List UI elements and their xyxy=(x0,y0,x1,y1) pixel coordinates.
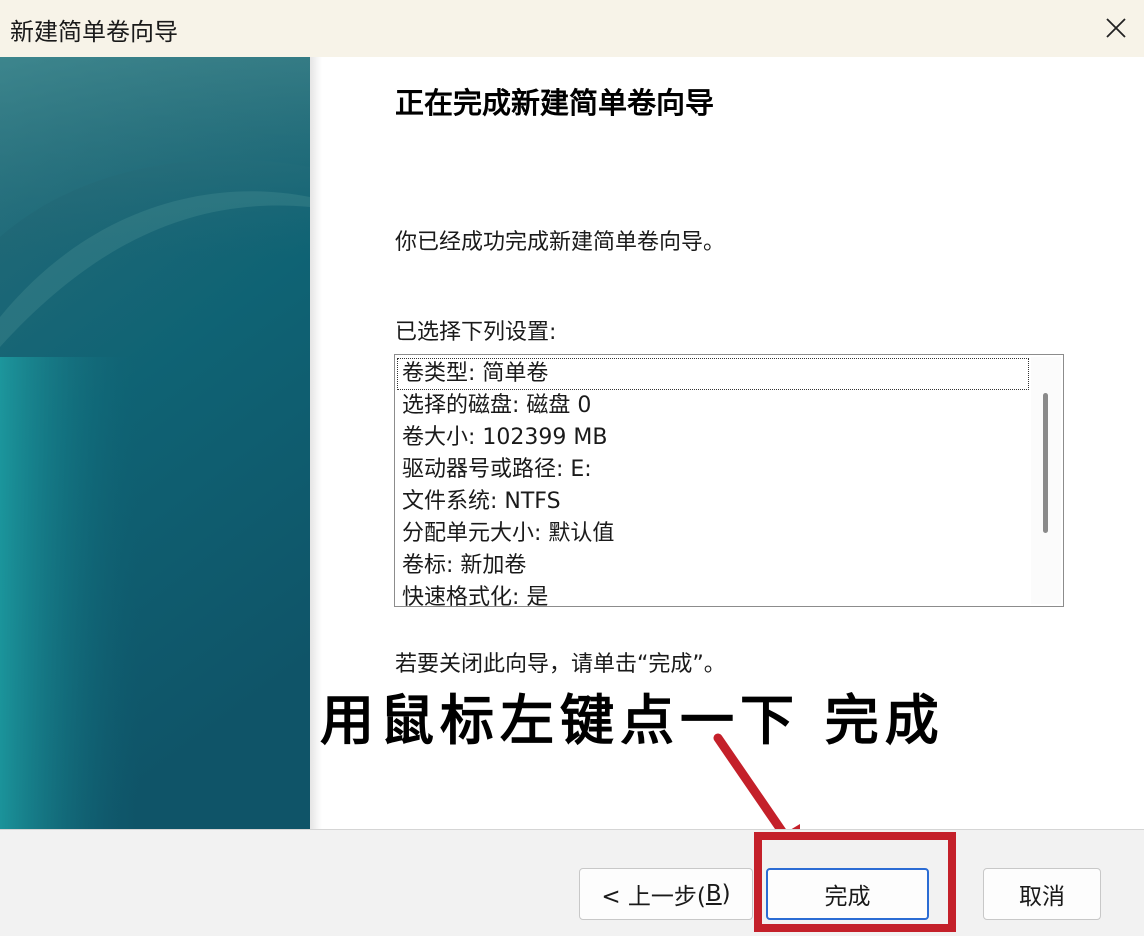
settings-list: 卷类型: 简单卷 选择的磁盘: 磁盘 0 卷大小: 102399 MB 驱动器号… xyxy=(397,358,1029,606)
settings-label: 已选择下列设置: xyxy=(395,320,557,345)
wizard-banner-image xyxy=(0,57,310,830)
finish-button[interactable]: 完成 xyxy=(766,868,929,920)
close-hint: 若要关闭此向导，请单击“完成”。 xyxy=(395,652,726,677)
settings-row-disk[interactable]: 选择的磁盘: 磁盘 0 xyxy=(397,390,1029,422)
settings-row-drive-letter[interactable]: 驱动器号或路径: E: xyxy=(397,454,1029,486)
success-text: 你已经成功完成新建简单卷向导。 xyxy=(395,230,726,255)
settings-row-allocation-unit[interactable]: 分配单元大小: 默认值 xyxy=(397,518,1029,550)
back-button[interactable]: < 上一步(B) xyxy=(579,868,753,920)
close-icon xyxy=(1106,18,1126,38)
title-bar: 新建简单卷向导 xyxy=(0,0,1144,57)
cancel-button[interactable]: 取消 xyxy=(983,868,1101,920)
instruction-annotation: 用鼠标左键点一下 完成 xyxy=(320,688,945,752)
banner-graphic xyxy=(0,57,310,830)
finish-button-label: 完成 xyxy=(824,884,871,910)
settings-row-quick-format[interactable]: 快速格式化: 是 xyxy=(397,582,1029,606)
settings-list-box[interactable]: 卷类型: 简单卷 选择的磁盘: 磁盘 0 卷大小: 102399 MB 驱动器号… xyxy=(394,354,1064,607)
back-button-accesskey: B xyxy=(705,881,722,907)
back-button-suffix: ) xyxy=(721,881,731,907)
settings-row-file-system[interactable]: 文件系统: NTFS xyxy=(397,486,1029,518)
close-button[interactable] xyxy=(1088,0,1144,56)
settings-row-volume-label[interactable]: 卷标: 新加卷 xyxy=(397,550,1029,582)
scrollbar-thumb[interactable] xyxy=(1043,393,1048,533)
button-bar xyxy=(0,830,1144,936)
back-button-prefix: < 上一步( xyxy=(601,884,706,910)
settings-row-volume-type[interactable]: 卷类型: 简单卷 xyxy=(397,358,1029,390)
page-title: 正在完成新建简单卷向导 xyxy=(395,86,715,120)
settings-row-volume-size[interactable]: 卷大小: 102399 MB xyxy=(397,422,1029,454)
wizard-window: 新建简单卷向导 正在完成新建简单卷向导 你已经成功完成新建简单卷向导。 已选择下… xyxy=(0,0,1144,936)
window-title: 新建简单卷向导 xyxy=(10,18,178,46)
cancel-button-label: 取消 xyxy=(1019,884,1065,910)
settings-scrollbar[interactable] xyxy=(1031,357,1061,604)
